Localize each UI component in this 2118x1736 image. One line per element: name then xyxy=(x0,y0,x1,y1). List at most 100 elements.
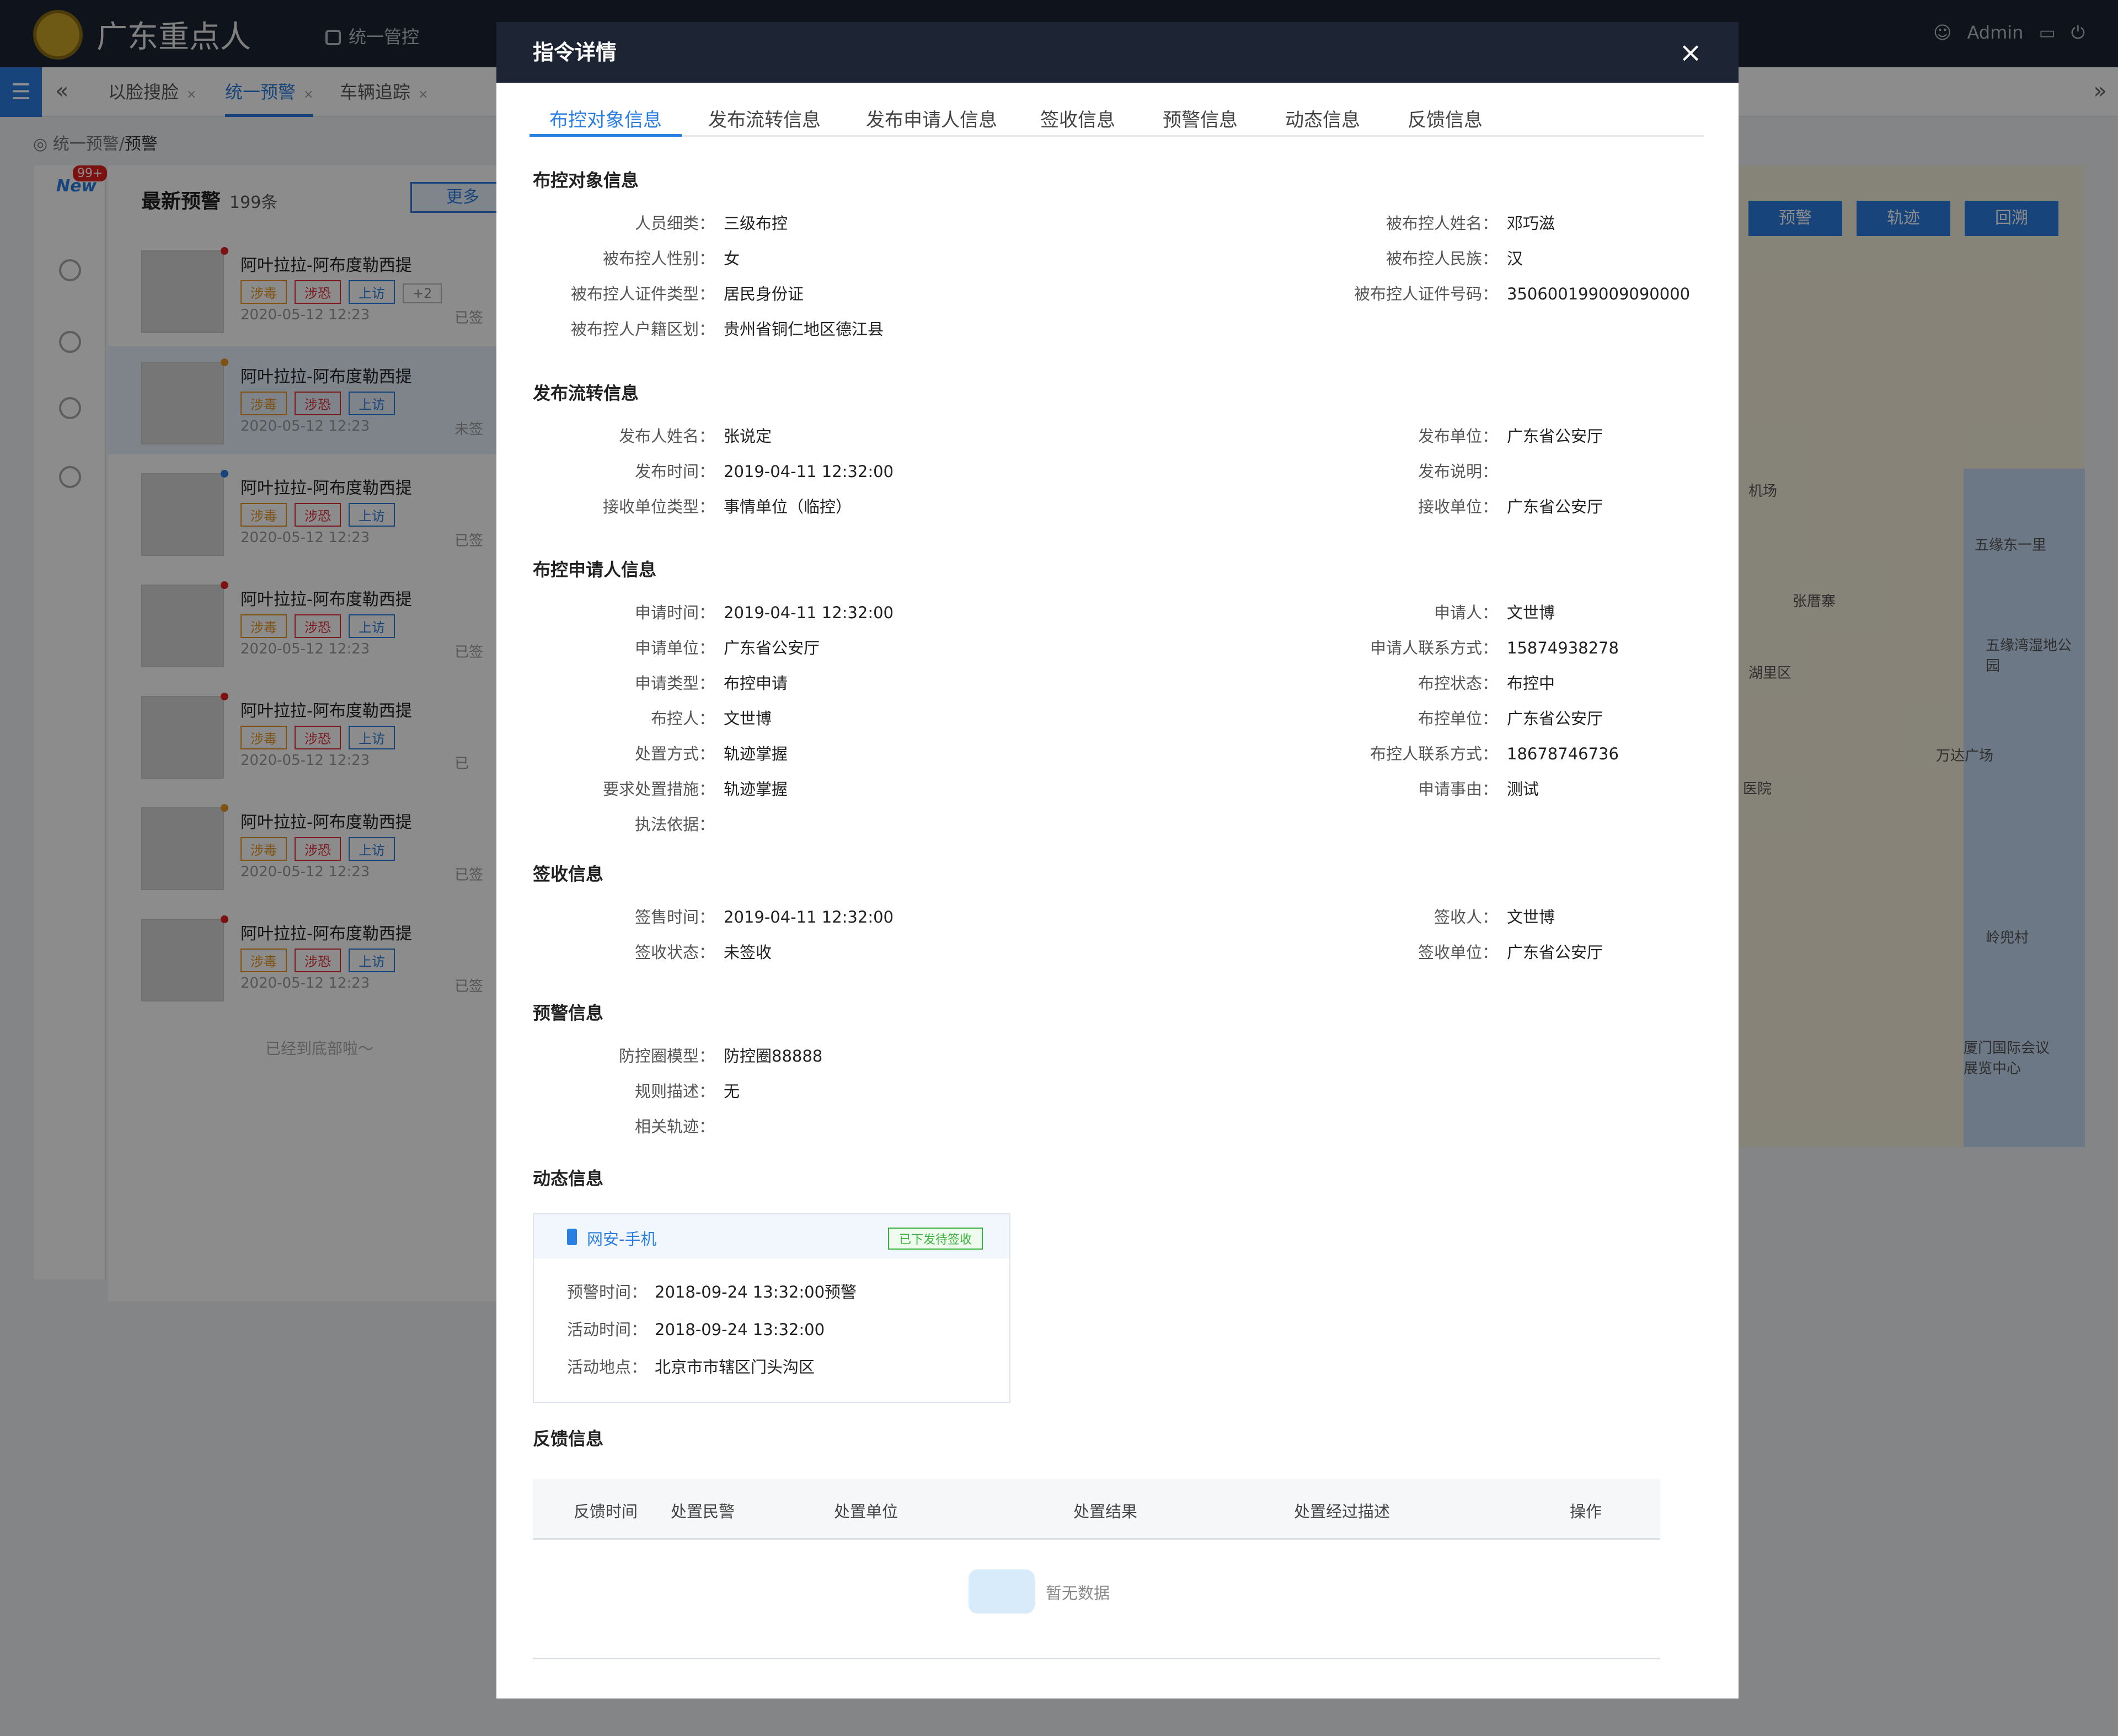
field-row: 申请类型： 布控申请 xyxy=(533,671,788,694)
field-label: 发布说明： xyxy=(1418,462,1498,481)
field-value: 未签收 xyxy=(724,943,772,962)
tab-dynamic-info[interactable]: 动态信息 xyxy=(1285,105,1360,137)
field-label: 处置方式： xyxy=(634,744,715,763)
field-value: 贵州省铜仁地区德江县 xyxy=(724,320,884,339)
modal-header: 指令详情 × xyxy=(496,22,1739,83)
modal-title: 指令详情 xyxy=(533,40,617,65)
field-label: 被布控人证件号码： xyxy=(1354,285,1498,303)
field-row: 发布单位： 广东省公安厅 xyxy=(1233,424,1603,447)
field-row: 签售时间： 2019-04-11 12:32:00 xyxy=(533,904,894,928)
field-label: 要求处置措施： xyxy=(602,780,715,799)
field-row: 被布控人性别： 女 xyxy=(533,246,740,269)
section-title-dynamic: 动态信息 xyxy=(533,1168,604,1189)
field-value: 350600199009090000 xyxy=(1507,285,1691,303)
modal-tabs: 布控对象信息 发布流转信息 发布申请人信息 签收信息 预警信息 动态信息 反馈信… xyxy=(530,105,1704,137)
field-label: 布控状态： xyxy=(1418,674,1498,693)
field-label: 人员细类： xyxy=(634,214,715,233)
field-label: 签收人： xyxy=(1434,908,1498,926)
field-label: 防控圈模型： xyxy=(618,1047,715,1065)
section-title-target: 布控对象信息 xyxy=(533,170,639,191)
field-row: 要求处置措施： 轨迹掌握 xyxy=(533,776,788,800)
field-row: 签收单位： 广东省公安厅 xyxy=(1233,940,1603,963)
field-label: 接收单位类型： xyxy=(602,497,715,516)
field-row: 申请人联系方式： 15874938278 xyxy=(1233,635,1619,658)
dynamic-row: 预警时间： 2018-09-24 13:32:00预警 xyxy=(567,1283,857,1301)
field-row: 被布控人民族： 汉 xyxy=(1233,246,1523,269)
field-label: 相关轨迹： xyxy=(634,1117,715,1136)
field-row: 相关轨迹： xyxy=(533,1114,724,1137)
field-row: 接收单位类型： 事情单位（临控） xyxy=(533,494,852,517)
empty-state: 暂无数据 xyxy=(969,1569,1110,1614)
tab-feedback-info[interactable]: 反馈信息 xyxy=(1408,105,1483,137)
field-label: 执法依据： xyxy=(634,815,715,834)
field-label: 被布控人姓名： xyxy=(1386,214,1498,233)
field-value: 轨迹掌握 xyxy=(724,744,788,763)
field-label: 被布控人户籍区划： xyxy=(570,320,715,339)
field-row: 处置方式： 轨迹掌握 xyxy=(533,741,788,764)
field-value: 布控申请 xyxy=(724,674,788,693)
field-value: 防控圈88888 xyxy=(724,1047,823,1065)
column-header: 处置单位 xyxy=(834,1502,898,1521)
field-value: 张说定 xyxy=(724,427,772,446)
tab-warning-info[interactable]: 预警信息 xyxy=(1163,105,1238,137)
field-row: 布控人联系方式： 18678746736 xyxy=(1233,741,1619,764)
field-label: 布控单位： xyxy=(1418,709,1498,728)
field-value: 测试 xyxy=(1507,780,1539,799)
field-row: 被布控人姓名： 邓巧滋 xyxy=(1233,211,1555,234)
instruction-detail-modal: 指令详情 × 布控对象信息 发布流转信息 发布申请人信息 签收信息 预警信息 动… xyxy=(496,22,1739,1699)
dynamic-card-header: 网安-手机 已下发待签收 xyxy=(534,1214,1009,1258)
field-label: 被布控人民族： xyxy=(1386,249,1498,268)
field-row: 防控圈模型： 防控圈88888 xyxy=(533,1043,822,1067)
field-row: 被布控人证件号码： 350600199009090000 xyxy=(1233,281,1690,304)
tab-publish-info[interactable]: 发布流转信息 xyxy=(708,105,821,137)
field-value: 15874938278 xyxy=(1507,639,1619,657)
field-row: 被布控人证件类型： 居民身份证 xyxy=(533,281,804,304)
field-label: 申请人联系方式： xyxy=(1370,639,1498,657)
field-row: 申请单位： 广东省公安厅 xyxy=(533,635,820,658)
column-header: 处置经过描述 xyxy=(1294,1502,1390,1521)
close-icon[interactable]: × xyxy=(1679,22,1702,83)
field-row: 发布时间： 2019-04-11 12:32:00 xyxy=(533,459,894,482)
field-label: 签收状态： xyxy=(634,943,715,962)
section-title-publish: 发布流转信息 xyxy=(533,383,639,404)
field-value: 三级布控 xyxy=(724,214,788,233)
field-value: 邓巧滋 xyxy=(1507,214,1555,233)
empty-data-icon xyxy=(969,1569,1035,1614)
column-header: 操作 xyxy=(1570,1502,1602,1521)
phone-icon xyxy=(567,1229,577,1245)
column-header: 处置结果 xyxy=(1073,1502,1138,1521)
field-row: 申请人： 文世博 xyxy=(1233,600,1555,623)
field-label: 布控人： xyxy=(650,709,715,728)
tab-target-info[interactable]: 布控对象信息 xyxy=(530,105,682,137)
field-value: 女 xyxy=(724,249,740,268)
section-title-feedback: 反馈信息 xyxy=(533,1428,604,1449)
field-row: 发布人姓名： 张说定 xyxy=(533,424,772,447)
field-label: 被布控人性别： xyxy=(602,249,715,268)
field-label: 申请事由： xyxy=(1418,780,1498,799)
field-value: 事情单位（临控） xyxy=(724,497,852,516)
section-title-warning: 预警信息 xyxy=(533,1003,604,1024)
field-value: 2019-04-11 12:32:00 xyxy=(724,462,894,481)
column-header: 反馈时间 xyxy=(574,1502,638,1521)
dynamic-card[interactable]: 网安-手机 已下发待签收 预警时间： 2018-09-24 13:32:00预警 … xyxy=(533,1213,1010,1403)
field-row: 人员细类： 三级布控 xyxy=(533,211,788,234)
field-row: 申请时间： 2019-04-11 12:32:00 xyxy=(533,600,894,623)
field-value: 无 xyxy=(724,1082,740,1101)
field-row: 规则描述： 无 xyxy=(533,1079,740,1102)
column-header: 处置民警 xyxy=(671,1502,735,1521)
field-value: 2019-04-11 12:32:00 xyxy=(724,603,894,622)
field-value: 居民身份证 xyxy=(724,285,804,303)
field-label: 发布人姓名： xyxy=(618,427,715,446)
field-label: 发布时间： xyxy=(634,462,715,481)
section-title-applicant: 布控申请人信息 xyxy=(533,559,657,580)
field-row: 布控状态： 布控中 xyxy=(1233,671,1555,694)
field-value: 文世博 xyxy=(1507,603,1555,622)
field-label: 规则描述： xyxy=(634,1082,715,1101)
tab-sign-info[interactable]: 签收信息 xyxy=(1040,105,1115,137)
field-row: 签收状态： 未签收 xyxy=(533,940,772,963)
field-label: 发布单位： xyxy=(1418,427,1498,446)
dynamic-card-title: 网安-手机 xyxy=(587,1230,657,1249)
field-label: 布控人联系方式： xyxy=(1370,744,1498,763)
field-row: 申请事由： 测试 xyxy=(1233,776,1539,800)
tab-applicant-info[interactable]: 发布申请人信息 xyxy=(866,105,997,137)
